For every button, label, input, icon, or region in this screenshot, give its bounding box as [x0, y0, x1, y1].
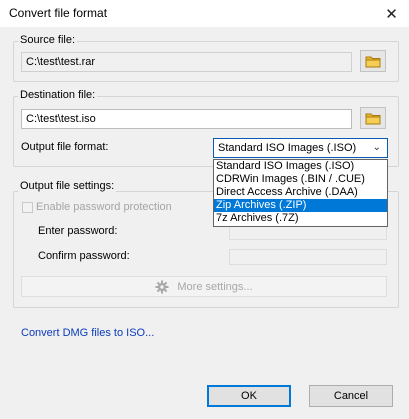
output-format-selected: Standard ISO Images (.ISO): [218, 142, 357, 154]
output-format-select[interactable]: Standard ISO Images (.ISO) ⌄: [213, 138, 388, 158]
source-file-field: C:\test\test.rar: [21, 52, 352, 72]
ok-button-label: OK: [241, 390, 257, 402]
more-settings-label: More settings...: [177, 280, 253, 293]
destination-file-label: Destination file:: [18, 89, 98, 101]
source-file-label: Source file:: [18, 34, 78, 46]
format-option-daa[interactable]: Direct Access Archive (.DAA): [214, 186, 387, 199]
source-browse-button[interactable]: [360, 50, 386, 72]
window-title: Convert file format: [9, 6, 108, 20]
convert-dmg-link[interactable]: Convert DMG files to ISO...: [21, 327, 154, 339]
format-option-7z[interactable]: 7z Archives (.7Z): [214, 212, 387, 225]
output-format-dropdown-list: Standard ISO Images (.ISO) CDRWin Images…: [213, 159, 388, 227]
folder-icon: [365, 56, 381, 67]
destination-browse-button[interactable]: [360, 107, 386, 129]
gear-icon: [155, 280, 169, 293]
format-option-bin-cue[interactable]: CDRWin Images (.BIN / .CUE): [214, 173, 387, 186]
cancel-button-label: Cancel: [333, 390, 369, 402]
enter-password-label: Enter password:: [38, 225, 118, 237]
ok-button[interactable]: OK: [207, 385, 291, 407]
chevron-down-icon: ⌄: [372, 142, 381, 153]
format-option-iso[interactable]: Standard ISO Images (.ISO): [214, 160, 387, 173]
confirm-password-label: Confirm password:: [38, 250, 130, 262]
folder-icon: [365, 113, 381, 124]
password-protection-label: Enable password protection: [36, 201, 172, 213]
confirm-password-field[interactable]: [229, 249, 387, 265]
close-icon: ✕: [385, 5, 398, 23]
cancel-button[interactable]: Cancel: [309, 385, 393, 407]
more-settings-button[interactable]: More settings...: [21, 276, 387, 297]
format-option-zip[interactable]: Zip Archives (.ZIP): [214, 199, 387, 212]
password-protection-checkbox[interactable]: [22, 202, 33, 213]
destination-file-input[interactable]: C:\test\test.iso: [21, 109, 352, 129]
output-settings-label: Output file settings:: [18, 180, 117, 192]
output-format-label: Output file format:: [21, 141, 109, 153]
close-button[interactable]: ✕: [374, 0, 409, 27]
